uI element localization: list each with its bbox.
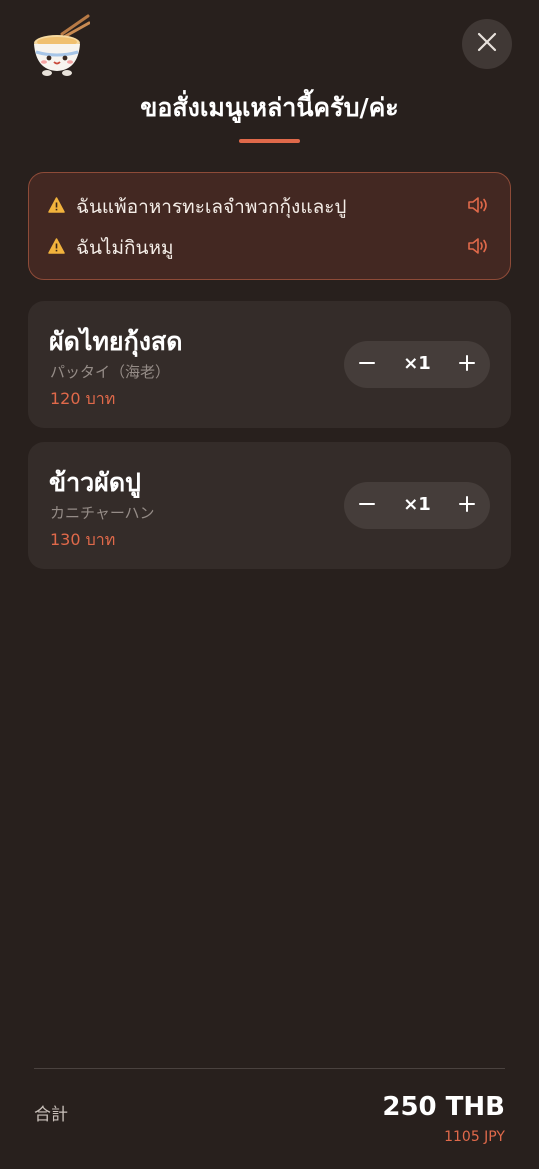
item-name: ข้าวผัดปู xyxy=(49,468,141,497)
item-translation: パッタイ（海老） xyxy=(50,363,171,381)
quantity-value: ×1 xyxy=(403,494,431,515)
allergy-text: ฉันไม่กินหมู xyxy=(76,237,174,259)
quantity-stepper: ×1 xyxy=(344,482,490,529)
allergy-notice: ฉันแพ้อาหารทะเลจำพวกกุ้งและปู ฉันไม่กินห… xyxy=(28,172,511,280)
increase-button[interactable] xyxy=(444,482,490,529)
warning-icon xyxy=(48,238,65,254)
allergy-row: ฉันแพ้อาหารทะเลจำพวกกุ้งและปู xyxy=(29,190,510,220)
allergy-row: ฉันไม่กินหมู xyxy=(29,231,510,261)
quantity-value: ×1 xyxy=(403,353,431,374)
close-button[interactable] xyxy=(462,19,512,69)
item-price: 130 บาท xyxy=(50,530,116,549)
warning-icon xyxy=(48,197,65,213)
footer-divider xyxy=(34,1068,505,1069)
total-thb: 250 THB xyxy=(382,1092,505,1122)
menu-item-card: ผัดไทยกุ้งสด パッタイ（海老） 120 บาท ×1 xyxy=(28,301,511,428)
minus-icon xyxy=(359,496,375,516)
item-price: 120 บาท xyxy=(50,389,116,408)
page-title: ขอสั่งเมนูเหล่านี้ครับ/ค่ะ xyxy=(140,93,399,122)
title-underline xyxy=(239,139,300,143)
item-name: ผัดไทยกุ้งสด xyxy=(49,327,183,356)
allergy-text: ฉันแพ้อาหารทะเลจำพวกกุ้งและปู xyxy=(76,196,347,218)
decrease-button[interactable] xyxy=(344,341,390,388)
minus-icon xyxy=(359,355,375,375)
plus-icon xyxy=(459,354,475,375)
decrease-button[interactable] xyxy=(344,482,390,529)
total-label: 合計 xyxy=(34,1105,68,1125)
close-icon xyxy=(477,32,497,56)
increase-button[interactable] xyxy=(444,341,490,388)
item-translation: カニチャーハン xyxy=(50,504,155,522)
menu-item-card: ข้าวผัดปู カニチャーハン 130 บาท ×1 xyxy=(28,442,511,569)
speaker-icon[interactable] xyxy=(467,195,489,215)
quantity-stepper: ×1 xyxy=(344,341,490,388)
speaker-icon[interactable] xyxy=(467,236,489,256)
noodle-bowl-mascot-icon xyxy=(28,12,91,78)
total-jpy: 1105 JPY xyxy=(444,1129,505,1145)
order-summary-screen: ขอสั่งเมนูเหล่านี้ครับ/ค่ะ ฉันแพ้อาหารทะ… xyxy=(0,0,539,1169)
plus-icon xyxy=(459,495,475,516)
